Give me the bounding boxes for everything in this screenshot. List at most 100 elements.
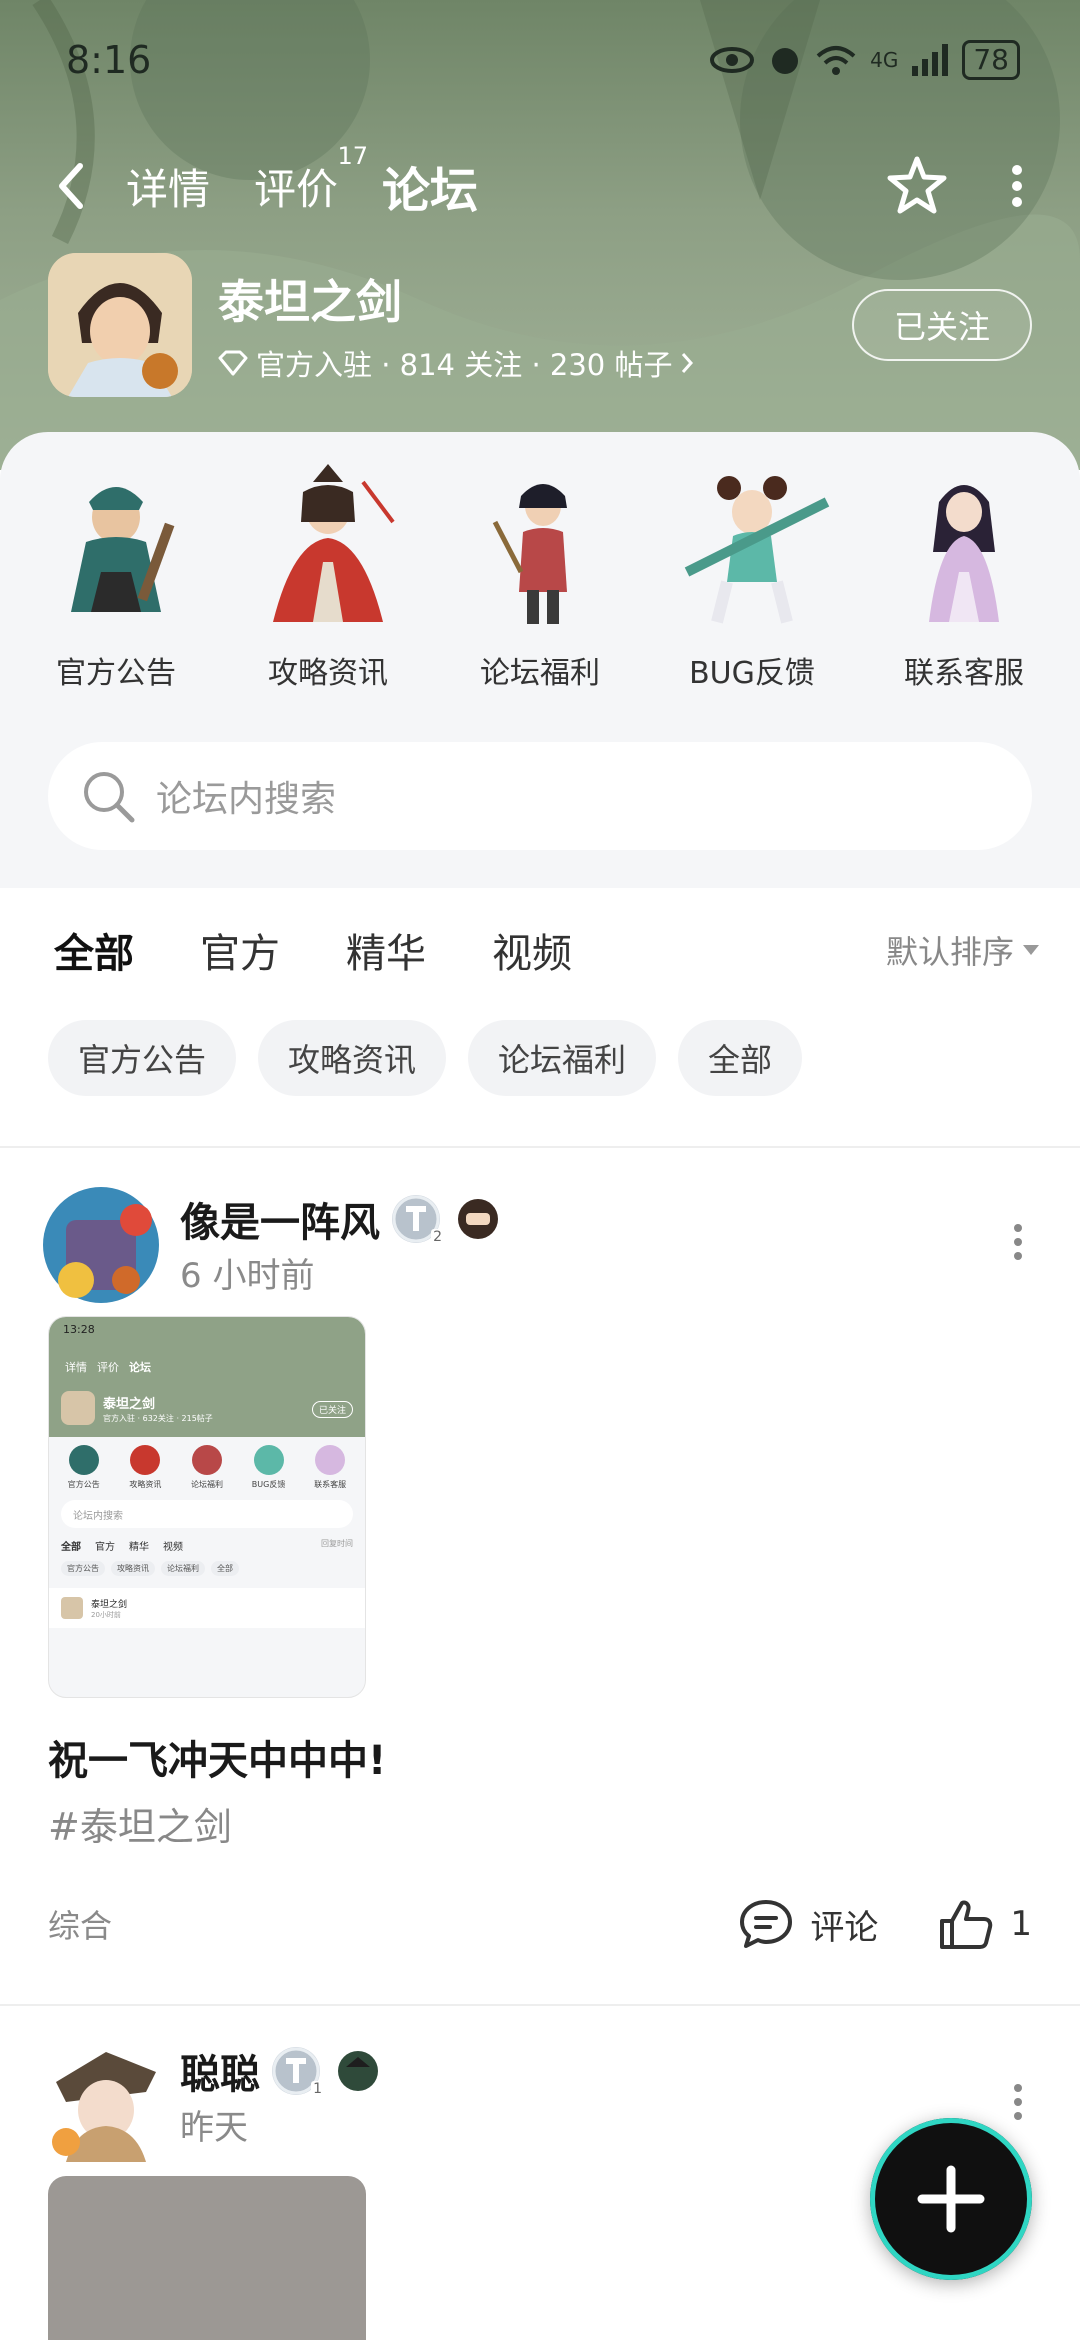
diamond-icon xyxy=(218,350,248,376)
category-strategy-news[interactable]: 攻略资讯 xyxy=(228,462,428,692)
tab-forum[interactable]: 论坛 xyxy=(382,151,479,225)
game-info-row: 泰坦之剑 官方入驻 · 814 关注 · 230 帖子 已关注 xyxy=(48,250,1032,400)
category-label: 官方公告 xyxy=(56,656,176,691)
caret-down-icon xyxy=(1023,945,1039,955)
search-icon xyxy=(84,772,135,823)
game-app-icon[interactable] xyxy=(48,253,192,397)
thumb-time: 13:28 xyxy=(63,1323,95,1336)
thumb-tab: 详情 xyxy=(65,1361,87,1374)
more-options-icon[interactable] xyxy=(1008,2082,1028,2122)
level-badge: 2 xyxy=(392,1195,444,1245)
username[interactable]: 聪聪 xyxy=(180,2042,260,2100)
post-image-thumbnail[interactable] xyxy=(48,2176,366,2340)
avatar[interactable] xyxy=(36,2032,166,2162)
strategy-news-icon xyxy=(273,464,395,622)
top-nav: 详情 评价 17 论坛 xyxy=(56,142,1024,225)
forum-welfare-icon xyxy=(492,484,567,624)
game-header-banner: 8:16 4G 78 详情 评价 17 论坛 泰坦之剑 官方入驻 · 814 关… xyxy=(0,0,1080,470)
title-badge-icon xyxy=(458,1199,498,1239)
reviews-count: 17 xyxy=(337,141,369,170)
thumb-cat: BUG反馈 xyxy=(241,1445,297,1490)
thumb-chips: 官方公告 攻略资讯 论坛福利 全部 xyxy=(61,1561,353,1576)
chevron-right-icon xyxy=(682,353,694,373)
post-footer: 综合 评论 1 xyxy=(48,1894,1032,1954)
customer-service-icon xyxy=(929,485,999,622)
category-official-notice[interactable]: 官方公告 xyxy=(16,462,216,692)
category-label: BUG反馈 xyxy=(689,656,815,691)
thumb-feed-tabs: 全部 官方 精华 视频 回复时间 xyxy=(61,1539,353,1553)
chip-all[interactable]: 全部 xyxy=(678,1020,803,1096)
post-topic-tag[interactable]: #泰坦之剑 xyxy=(48,1796,232,1851)
post-image-thumbnail[interactable]: 13:28 详情 评价 论坛 泰坦之剑 官方入驻 · 632关注 · 215帖子… xyxy=(48,1316,366,1698)
comment-icon xyxy=(740,1900,793,1948)
game-meta-row[interactable]: 官方入驻 · 814 关注 · 230 帖子 xyxy=(218,342,694,384)
like-count: 1 xyxy=(1010,1904,1032,1944)
post-card[interactable]: 像是一阵风 2 6 小时前 13:28 详情 评价 论坛 泰坦之剑 官方入驻 ·… xyxy=(0,1150,1080,2000)
title-badge-icon xyxy=(338,2051,378,2091)
feed-tab-video[interactable]: 视频 xyxy=(492,921,572,979)
category-bug-feedback[interactable]: BUG反馈 xyxy=(652,462,852,692)
post-time: 6 小时前 xyxy=(180,1256,315,1296)
thumb-cat: 论坛福利 xyxy=(179,1445,235,1490)
favorite-star-icon[interactable] xyxy=(884,153,950,219)
forum-search-bar[interactable]: 论坛内搜索 xyxy=(48,742,1032,850)
thumb-tab: 论坛 xyxy=(129,1361,151,1374)
thumb-tab: 评价 xyxy=(97,1361,119,1374)
forum-panel: 官方公告 攻略资讯 论坛福利 BUG反馈 联系客服 论坛内搜索 xyxy=(0,432,1080,888)
post-actions: 评论 1 xyxy=(678,1897,1032,1951)
like-button[interactable]: 1 xyxy=(938,1897,1032,1951)
more-menu-icon[interactable] xyxy=(1010,164,1024,208)
category-shortcuts: 官方公告 攻略资讯 论坛福利 BUG反馈 联系客服 xyxy=(0,462,1080,692)
tab-details[interactable]: 详情 xyxy=(126,156,210,217)
category-forum-welfare[interactable]: 论坛福利 xyxy=(440,462,640,692)
search-input[interactable]: 论坛内搜索 xyxy=(156,770,336,822)
create-post-button[interactable] xyxy=(870,2118,1032,2280)
feed-tab-all[interactable]: 全部 xyxy=(54,921,134,983)
alarm-icon xyxy=(772,48,799,74)
category-label: 攻略资讯 xyxy=(268,656,388,691)
post-title[interactable]: 祝一飞冲天中中中! xyxy=(48,1728,386,1786)
avatar[interactable] xyxy=(36,1180,166,1310)
back-icon[interactable] xyxy=(56,156,96,216)
chip-strategy-news[interactable]: 攻略资讯 xyxy=(258,1020,447,1096)
thumb-tabs: 详情 评价 论坛 xyxy=(65,1359,151,1375)
divider xyxy=(0,1146,1080,1148)
wifi-icon xyxy=(816,46,856,75)
feed-tab-official[interactable]: 官方 xyxy=(200,921,280,979)
thumb-follow: 已关注 xyxy=(311,1401,353,1418)
battery-indicator: 78 xyxy=(962,40,1020,80)
thumb-meta: 官方入驻 · 632关注 · 215帖子 xyxy=(103,1414,213,1423)
thumb-cats: 官方公告 攻略资讯 论坛福利 BUG反馈 联系客服 xyxy=(49,1437,365,1490)
post-category: 综合 xyxy=(48,1907,113,1945)
post-time: 昨天 xyxy=(180,2108,248,2148)
username[interactable]: 像是一阵风 xyxy=(180,1190,380,1248)
feed-tab-featured[interactable]: 精华 xyxy=(346,921,426,979)
thumb-cat: 官方公告 xyxy=(56,1445,112,1490)
sort-label: 默认排序 xyxy=(885,933,1014,971)
bug-feedback-icon xyxy=(684,476,830,624)
thumb-post-row: 泰坦之剑 20小时前 xyxy=(49,1588,365,1628)
status-icons: 4G 78 xyxy=(710,40,1020,80)
thumb-game-name: 泰坦之剑 xyxy=(103,1397,156,1412)
follow-button[interactable]: 已关注 xyxy=(852,289,1032,361)
category-customer-service[interactable]: 联系客服 xyxy=(864,462,1064,692)
more-options-icon[interactable] xyxy=(1008,1222,1028,1262)
thumb-cat: 联系客服 xyxy=(302,1445,358,1490)
sort-dropdown[interactable]: 默认排序 xyxy=(886,927,1040,973)
comment-button[interactable]: 评论 xyxy=(738,1898,878,1950)
chip-official-notice[interactable]: 官方公告 xyxy=(48,1020,237,1096)
category-label: 论坛福利 xyxy=(480,656,600,691)
status-time: 8:16 xyxy=(66,38,152,82)
comment-label: 评论 xyxy=(810,1907,879,1948)
game-meta-text: 官方入驻 · 814 关注 · 230 帖子 xyxy=(256,348,673,382)
plus-icon xyxy=(917,2165,985,2233)
feed-tabs: 全部 官方 精华 视频 默认排序 xyxy=(54,915,1040,985)
tab-reviews[interactable]: 评价 17 xyxy=(254,142,368,217)
network-type: 4G xyxy=(870,48,899,72)
post-author-row: 聪聪 1 xyxy=(180,2042,384,2100)
chip-forum-welfare[interactable]: 论坛福利 xyxy=(468,1020,657,1096)
status-bar: 8:16 4G 78 xyxy=(66,30,1020,90)
thumb-search: 论坛内搜索 xyxy=(61,1500,353,1528)
level-number: 2 xyxy=(431,1229,444,1245)
tab-reviews-label: 评价 xyxy=(254,164,339,214)
